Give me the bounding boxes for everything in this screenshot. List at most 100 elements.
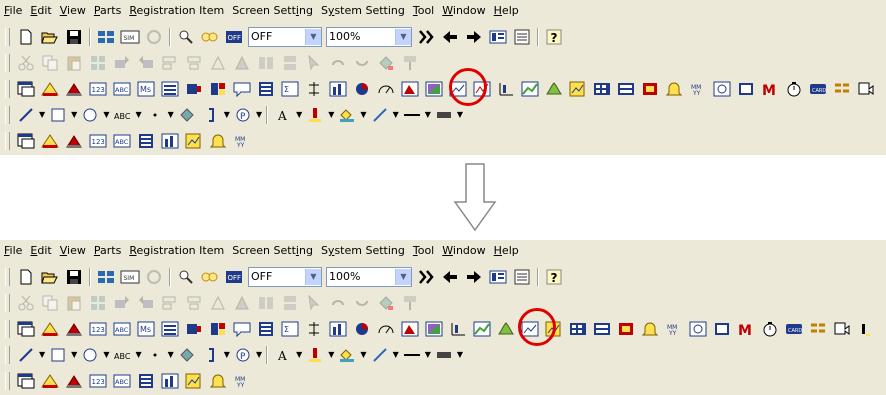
toolbar-grip[interactable]: [5, 267, 10, 286]
layer-off-icon[interactable]: OFF: [223, 27, 245, 47]
switch-part-icon[interactable]: [39, 319, 61, 339]
table-display-icon[interactable]: [255, 319, 277, 339]
simulator-icon[interactable]: SIM: [119, 27, 141, 47]
lamp-part-icon[interactable]: [63, 319, 85, 339]
speaker-icon[interactable]: [855, 79, 877, 99]
numerical-display-icon[interactable]: 123: [87, 131, 109, 151]
recipe-icon[interactable]: [639, 79, 661, 99]
statistics-graph-icon[interactable]: [423, 79, 445, 99]
statistics-icon[interactable]: Σ: [279, 319, 301, 339]
layer-select[interactable]: OFF ▼: [248, 26, 322, 47]
window-part-icon[interactable]: [15, 319, 37, 339]
dot-tool-icon[interactable]: [144, 105, 166, 125]
xy-graph-icon[interactable]: [567, 79, 589, 99]
meter-icon[interactable]: [375, 319, 397, 339]
alarm-tracking-icon[interactable]: [495, 319, 517, 339]
menu-view[interactable]: View: [56, 242, 90, 260]
memory-card-icon[interactable]: MM YY: [231, 131, 253, 151]
bar-graph-icon[interactable]: [159, 131, 181, 151]
line-style-icon[interactable]: [369, 345, 391, 365]
chevron-down-icon[interactable]: ▼: [256, 110, 262, 119]
lamp-part-icon[interactable]: [63, 371, 85, 391]
properties-list-icon[interactable]: [511, 27, 533, 47]
line-color-icon[interactable]: [304, 105, 326, 125]
rectangle-tool-icon[interactable]: [47, 345, 69, 365]
time-display-icon[interactable]: [711, 79, 733, 99]
tile-pattern-icon[interactable]: [433, 345, 455, 365]
layer-icon[interactable]: [199, 267, 221, 287]
chevron-down-icon[interactable]: ▼: [168, 350, 174, 359]
toolbar-grip[interactable]: [5, 319, 10, 338]
transfer-icon[interactable]: [95, 267, 117, 287]
more-icon[interactable]: [879, 79, 886, 99]
menu-tool[interactable]: Tool: [409, 2, 438, 20]
menu-help[interactable]: Help: [490, 242, 523, 260]
menu-parts[interactable]: Parts: [90, 2, 125, 20]
new-icon[interactable]: [15, 267, 37, 287]
line-tool-icon[interactable]: [15, 105, 37, 125]
numerical-display-icon[interactable]: 123: [87, 79, 109, 99]
lamp-part-icon[interactable]: [63, 79, 85, 99]
closed-area-graph-icon[interactable]: [399, 319, 421, 339]
calendar-icon[interactable]: [567, 319, 589, 339]
forward-arrow-icon[interactable]: [463, 27, 485, 47]
alarm-bell-icon[interactable]: [207, 131, 229, 151]
screen-list-icon[interactable]: [487, 267, 509, 287]
sampling-display-icon[interactable]: [159, 79, 181, 99]
pie-graph-icon[interactable]: [351, 319, 373, 339]
video-display-icon[interactable]: [711, 319, 733, 339]
toolbar-grip[interactable]: [5, 131, 10, 150]
switch-part-icon[interactable]: [39, 371, 61, 391]
timer-icon[interactable]: [759, 319, 781, 339]
menu-window[interactable]: Window: [438, 242, 489, 260]
zoom-icon[interactable]: [175, 267, 197, 287]
pattern-tool-icon[interactable]: P: [232, 105, 254, 125]
toolbar-grip[interactable]: [5, 53, 10, 72]
memory-card-icon[interactable]: MM YY: [687, 79, 709, 99]
window-part-icon[interactable]: [15, 131, 37, 151]
bar-meter-icon[interactable]: [303, 79, 325, 99]
macro-icon[interactable]: M: [759, 79, 781, 99]
menu-help[interactable]: Help: [490, 2, 523, 20]
menu-file[interactable]: File: [0, 242, 26, 260]
alarm-bell-icon[interactable]: [663, 79, 685, 99]
chevron-down-icon[interactable]: ▼: [256, 350, 262, 359]
chevron-down-icon[interactable]: ▼: [135, 350, 141, 359]
xy-graph-icon[interactable]: [183, 371, 205, 391]
table-display-icon[interactable]: [135, 131, 157, 151]
chevron-down-icon[interactable]: ▼: [395, 268, 411, 285]
menu-edit[interactable]: Edit: [26, 242, 55, 260]
help-icon[interactable]: ?: [543, 27, 565, 47]
network-icon[interactable]: [807, 319, 829, 339]
paint-tool-icon[interactable]: [176, 105, 198, 125]
chevron-down-icon[interactable]: ▼: [328, 350, 334, 359]
menu-registration-item[interactable]: Registration Item: [125, 242, 228, 260]
statistics-graph-icon[interactable]: [423, 319, 445, 339]
lamp-part-icon[interactable]: [63, 131, 85, 151]
font-icon[interactable]: A: [272, 105, 294, 125]
chevron-down-icon[interactable]: ▼: [103, 350, 109, 359]
chevron-down-icon[interactable]: ▼: [305, 268, 321, 285]
bar-graph-icon[interactable]: [327, 79, 349, 99]
circle-tool-icon[interactable]: [79, 345, 101, 365]
timer-icon[interactable]: [783, 79, 805, 99]
pie-graph-icon[interactable]: [351, 79, 373, 99]
forward-arrow-icon[interactable]: [463, 267, 485, 287]
sampling-display-icon[interactable]: [159, 319, 181, 339]
meter-icon[interactable]: [375, 79, 397, 99]
line-width-icon[interactable]: [401, 345, 423, 365]
table-display-icon[interactable]: [255, 79, 277, 99]
tile-pattern-icon[interactable]: [433, 105, 455, 125]
line-graph-icon[interactable]: [471, 319, 493, 339]
chevron-down-icon[interactable]: ▼: [224, 350, 230, 359]
chevron-down-icon[interactable]: ▼: [39, 110, 45, 119]
comment-display-icon[interactable]: [231, 79, 253, 99]
chevron-down-icon[interactable]: ▼: [425, 110, 431, 119]
menu-registration-item[interactable]: Registration Item: [125, 2, 228, 20]
chevron-down-icon[interactable]: ▼: [103, 110, 109, 119]
data-block-icon[interactable]: [183, 319, 205, 339]
table-display-icon[interactable]: [135, 371, 157, 391]
menu-file[interactable]: File: [0, 2, 26, 20]
zoom-select[interactable]: 100% ▼: [326, 26, 412, 47]
font-icon[interactable]: A: [272, 345, 294, 365]
